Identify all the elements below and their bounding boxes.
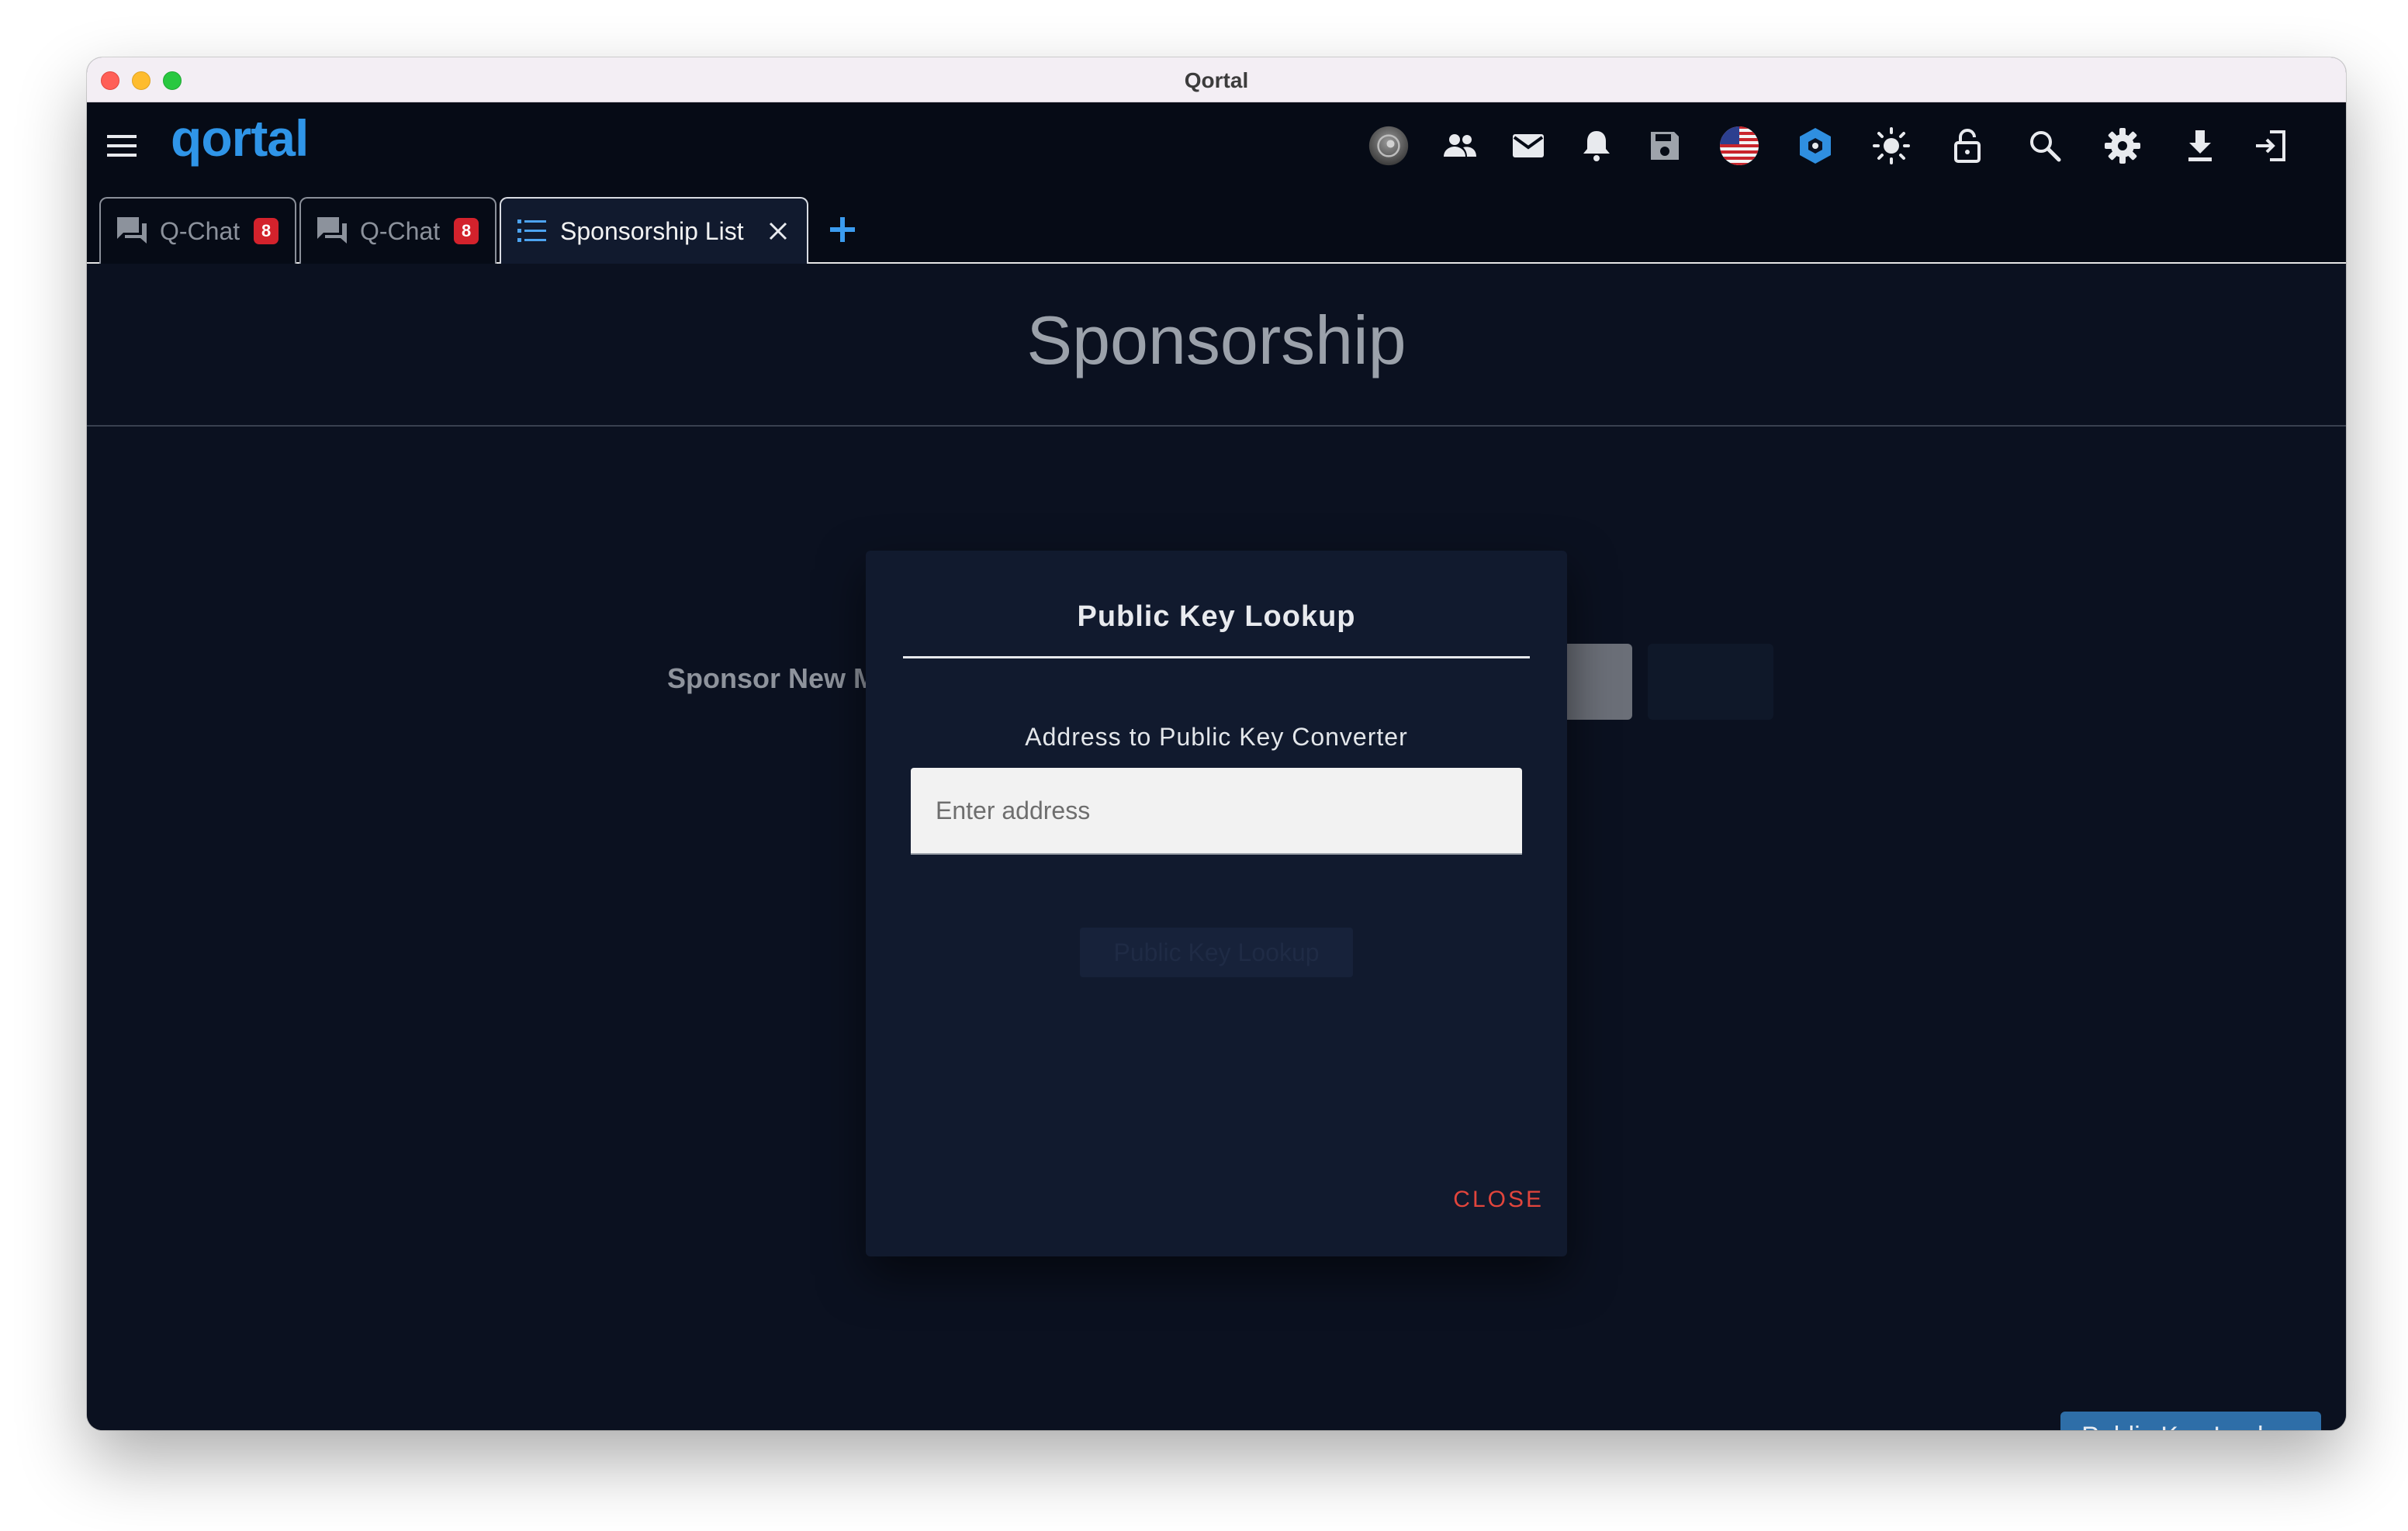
avatar-icon[interactable] <box>1368 126 1409 166</box>
page-title: Sponsorship <box>1026 302 1406 378</box>
tab-label: Q-Chat <box>360 216 441 245</box>
tab-q-chat-2[interactable]: Q-Chat 8 <box>299 197 496 264</box>
page-divider <box>87 425 2346 427</box>
qortal-logo: qortal <box>171 109 309 167</box>
add-tab-icon[interactable] <box>825 213 860 247</box>
bell-icon[interactable] <box>1576 126 1617 166</box>
tab-bar: Q-Chat 8 Q-Chat 8 Sponsorship List <box>87 189 2346 264</box>
address-input[interactable] <box>911 768 1522 855</box>
chat-icon <box>117 217 147 244</box>
app-window: Qortal qortal Q-Chat 8 Q-Chat 8 Sponsors… <box>87 57 2346 1430</box>
dialog-subtitle: Address to Public Key Converter <box>1025 723 1408 751</box>
download-icon[interactable] <box>2180 126 2220 166</box>
title-bar: Qortal <box>87 57 2346 102</box>
tab-q-chat-1[interactable]: Q-Chat 8 <box>99 197 296 264</box>
toolbar-icons <box>1368 102 2346 189</box>
close-tab-icon[interactable] <box>766 219 791 244</box>
tab-label: Q-Chat <box>160 216 240 245</box>
window-title: Qortal <box>1184 68 1249 92</box>
unread-badge: 8 <box>454 218 479 244</box>
menu-icon[interactable] <box>106 130 140 161</box>
tab-sponsorship-list[interactable]: Sponsorship List <box>500 197 808 264</box>
sponsor-submit-button[interactable] <box>1648 644 1773 720</box>
list-icon <box>517 219 546 242</box>
public-key-lookup-dialog: Public Key Lookup Address to Public Key … <box>866 551 1567 1256</box>
friends-icon[interactable] <box>1440 126 1480 166</box>
gear-icon[interactable] <box>2102 126 2143 166</box>
dialog-divider <box>903 656 1530 658</box>
brightness-icon[interactable] <box>1871 126 1912 166</box>
dialog-title: Public Key Lookup <box>1077 600 1356 633</box>
public-key-lookup-button[interactable]: Public Key Lookup <box>2060 1412 2321 1430</box>
main-content: Sponsorship Sponsor New M Public Key Loo… <box>87 264 2346 1430</box>
search-icon[interactable] <box>2025 126 2065 166</box>
tab-label: Sponsorship List <box>560 216 744 245</box>
dialog-close-button[interactable]: CLOSE <box>1453 1187 1544 1213</box>
us-flag-icon[interactable] <box>1719 126 1759 166</box>
lock-icon[interactable] <box>1947 126 1988 166</box>
unread-badge: 8 <box>254 218 279 244</box>
logout-icon[interactable] <box>2251 126 2292 166</box>
save-icon[interactable] <box>1645 126 1685 166</box>
sponsor-new-label: Sponsor New M <box>667 662 877 694</box>
chat-icon <box>317 217 347 244</box>
dialog-lookup-button[interactable]: Public Key Lookup <box>1080 928 1353 977</box>
app-bar: qortal <box>87 102 2346 189</box>
hexagon-icon[interactable] <box>1795 126 1835 166</box>
mail-icon[interactable] <box>1508 126 1548 166</box>
